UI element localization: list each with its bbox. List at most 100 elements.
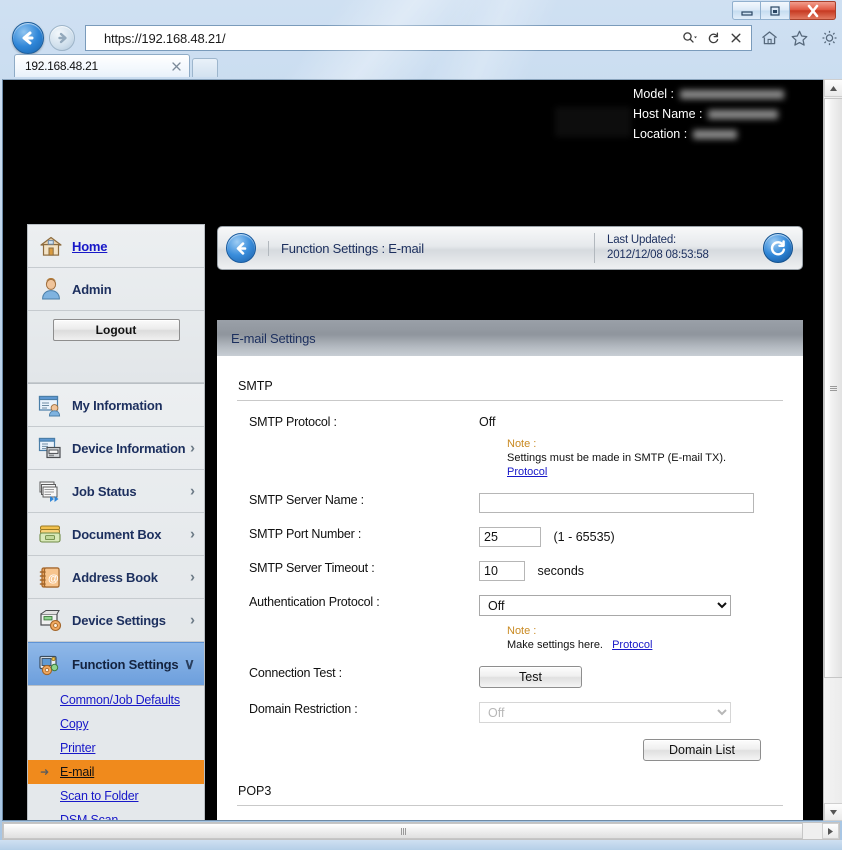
note-text: Make settings here. — [507, 639, 603, 651]
horizontal-scroll-thumb[interactable] — [3, 823, 803, 839]
scroll-up-button[interactable] — [824, 79, 842, 97]
tab-label: 192.168.48.21 — [25, 59, 98, 73]
browser-tab[interactable]: 192.168.48.21 — [14, 54, 190, 77]
job-status-icon — [38, 479, 63, 504]
chevron-right-icon: › — [190, 611, 195, 629]
page-title: Function Settings : E-mail — [268, 240, 594, 256]
back-arrow-icon[interactable] — [12, 22, 44, 54]
user-card-icon — [38, 393, 63, 418]
sidebar-user-label: Admin — [72, 281, 112, 297]
page-refresh-icon[interactable] — [763, 233, 793, 263]
window-controls — [732, 1, 836, 20]
smtp-port-input[interactable] — [479, 527, 541, 547]
auth-protocol-select[interactable]: Off — [479, 595, 731, 616]
row-label: Authentication Protocol : — [249, 595, 380, 609]
close-icon[interactable] — [790, 1, 836, 20]
device-location-line: Location : — [633, 124, 784, 144]
search-icon[interactable] — [682, 30, 698, 46]
embedded-web-page: Model : Host Name : Location : Home Admi… — [3, 80, 822, 821]
row-label: Domain Restriction : — [249, 702, 358, 716]
device-info-block: Model : Host Name : Location : — [633, 84, 784, 144]
device-host-line: Host Name : — [633, 104, 784, 124]
address-book-icon: @ — [38, 565, 63, 590]
section-title-smtp: SMTP — [238, 379, 273, 393]
minimize-icon[interactable] — [732, 1, 761, 20]
scroll-down-button[interactable] — [824, 803, 842, 821]
note-link-protocol[interactable]: Protocol — [612, 639, 652, 651]
logout-button[interactable]: Logout — [52, 319, 180, 341]
horizontal-scrollbar[interactable] — [2, 822, 840, 840]
vertical-scrollbar[interactable] — [823, 79, 842, 821]
address-bar[interactable]: https://192.168.48.21/ — [85, 25, 752, 51]
submenu-item-dsm-scan[interactable]: DSM Scan — [28, 808, 204, 820]
domain-list-button[interactable]: Domain List — [643, 739, 761, 761]
tab-close-icon[interactable] — [170, 60, 183, 73]
sidebar-item-label: My Information — [72, 397, 163, 413]
sidebar-item-label: Address Book — [72, 569, 158, 585]
row-label: Connection Test : — [249, 666, 342, 680]
row-label: SMTP Server Name : — [249, 493, 364, 507]
page-back-icon[interactable] — [226, 233, 256, 263]
forward-arrow-icon[interactable] — [49, 25, 75, 51]
chevron-down-icon: ∨ — [184, 656, 195, 673]
home-icon[interactable] — [758, 27, 780, 49]
row-label: SMTP Protocol : — [249, 415, 337, 429]
window-title-bar — [0, 0, 842, 22]
submenu-item-common-job-defaults[interactable]: Common/Job Defaults — [28, 688, 204, 712]
row-smtp-protocol: SMTP Protocol : Off — [217, 401, 803, 429]
device-model-line: Model : — [633, 84, 784, 104]
gear-icon[interactable] — [818, 27, 840, 49]
submenu-item-email[interactable]: ➜ E-mail — [28, 760, 204, 784]
chevron-right-icon: › — [190, 439, 195, 457]
sidebar-item-document-box[interactable]: Document Box › — [28, 513, 204, 556]
settings-panel: E-mail Settings SMTP SMTP Protocol : Off… — [217, 320, 803, 821]
browser-window: https://192.168.48.21/ 192.168.48.21 Mod… — [0, 0, 842, 850]
sidebar-home-label: Home — [72, 238, 108, 254]
content-header-bar: Function Settings : E-mail Last Updated:… — [217, 226, 803, 270]
row-domain-restriction: Domain Restriction : Off — [217, 688, 803, 723]
smtp-timeout-input[interactable] — [479, 561, 525, 581]
sidebar-item-label: Job Status — [72, 483, 137, 499]
smtp-server-name-input[interactable] — [479, 493, 754, 513]
sidebar-item-job-status[interactable]: Job Status › — [28, 470, 204, 513]
row-label: SMTP Port Number : — [249, 527, 362, 541]
note-smtp-protocol: Note : Settings must be made in SMTP (E-… — [217, 429, 803, 479]
note-auth-protocol: Note : Make settings here. Protocol — [217, 616, 803, 652]
submenu-item-printer[interactable]: Printer — [28, 736, 204, 760]
sidebar-item-function-settings[interactable]: Function Settings ∨ — [28, 642, 204, 685]
sidebar-item-device-information[interactable]: Device Information › — [28, 427, 204, 470]
panel-title: E-mail Settings — [217, 320, 803, 356]
sidebar-item-device-settings[interactable]: Device Settings › — [28, 599, 204, 642]
sidebar-item-address-book[interactable]: @ Address Book › — [28, 556, 204, 599]
connection-test-button[interactable]: Test — [479, 666, 582, 688]
restore-icon[interactable] — [761, 1, 790, 20]
sidebar-user-panel: Home Admin Logout — [27, 224, 205, 384]
last-updated-label: Last Updated: — [607, 234, 677, 246]
sidebar-item-label: Function Settings — [72, 656, 179, 672]
note-link-protocol[interactable]: Protocol — [507, 466, 547, 478]
row-value: Off — [479, 820, 803, 821]
submenu-item-scan-to-folder[interactable]: Scan to Folder — [28, 784, 204, 808]
scroll-right-button[interactable] — [822, 823, 839, 839]
submenu-item-label: Scan to Folder — [60, 789, 139, 803]
url-text[interactable]: https://192.168.48.21/ — [86, 31, 682, 46]
status-bar — [0, 840, 842, 850]
device-model-label: Model : — [633, 87, 674, 101]
logout-area: Logout — [28, 311, 204, 383]
row-smtp-server-name: SMTP Server Name : — [217, 479, 803, 513]
address-bar-icons — [682, 30, 751, 46]
function-settings-icon — [38, 652, 63, 677]
sidebar-item-my-information[interactable]: My Information — [28, 384, 204, 427]
refresh-icon[interactable] — [705, 30, 721, 46]
submenu-item-copy[interactable]: Copy — [28, 712, 204, 736]
new-tab-button[interactable] — [192, 58, 218, 77]
last-updated: Last Updated: 2012/12/08 08:53:58 — [594, 233, 754, 263]
svg-text:@: @ — [48, 573, 59, 585]
device-model-value — [680, 89, 784, 99]
row-connection-test: Connection Test : Test — [217, 652, 803, 688]
sidebar-item-home[interactable]: Home — [28, 225, 204, 268]
vertical-scroll-thumb[interactable] — [824, 98, 842, 678]
stop-icon[interactable] — [728, 30, 744, 46]
device-settings-icon — [38, 608, 63, 633]
star-icon[interactable] — [788, 27, 810, 49]
